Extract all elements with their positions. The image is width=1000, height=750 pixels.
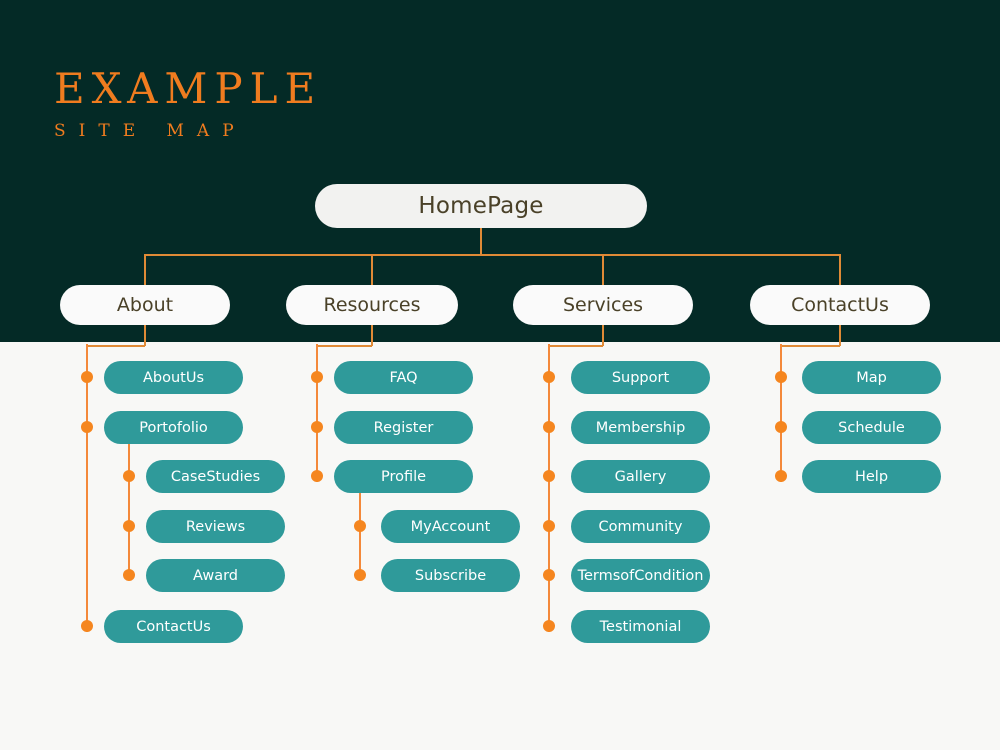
dot-testimonial	[543, 620, 555, 632]
node-terms-label: TermsofCondition	[577, 567, 704, 584]
rail-about	[86, 344, 88, 632]
node-about[interactable]: About	[60, 285, 230, 325]
node-aboutus-label: AboutUs	[142, 369, 205, 386]
dot-about-contactus	[81, 620, 93, 632]
logo-title: EXAMPLE	[54, 64, 323, 113]
connector-resources-jog	[317, 345, 372, 347]
node-map-label: Map	[856, 369, 887, 386]
dot-reviews	[123, 520, 135, 532]
dot-faq	[311, 371, 323, 383]
connector-about-stem	[144, 324, 146, 346]
dot-membership	[543, 421, 555, 433]
dot-casestudies	[123, 470, 135, 482]
node-membership-label: Membership	[595, 419, 686, 436]
logo: EXAMPLE SITE MAP	[54, 68, 322, 140]
node-community[interactable]: Community	[571, 510, 710, 543]
dot-myaccount	[354, 520, 366, 532]
node-register-label: Register	[373, 419, 434, 436]
connector-drop-resources	[371, 254, 373, 285]
node-schedule-label: Schedule	[838, 419, 905, 436]
rail-resources	[316, 344, 318, 482]
node-support-label: Support	[611, 369, 670, 386]
connector-drop-about	[144, 254, 146, 285]
node-myaccount-label: MyAccount	[410, 518, 491, 535]
node-testimonial[interactable]: Testimonial	[571, 610, 710, 643]
node-reviews-label: Reviews	[185, 518, 246, 535]
node-homepage[interactable]: HomePage	[315, 184, 647, 228]
connector-resources-stem	[371, 324, 373, 346]
node-help[interactable]: Help	[802, 460, 941, 493]
rail-services	[548, 344, 550, 632]
dot-register	[311, 421, 323, 433]
node-membership[interactable]: Membership	[571, 411, 710, 444]
node-faq-label: FAQ	[389, 369, 418, 386]
dot-aboutus	[81, 371, 93, 383]
node-award[interactable]: Award	[146, 559, 285, 592]
rail-portofolio-children	[128, 443, 130, 580]
dot-award	[123, 569, 135, 581]
dot-map	[775, 371, 787, 383]
node-award-label: Award	[193, 567, 238, 584]
logo-subtitle: SITE MAP	[54, 121, 247, 141]
node-aboutus[interactable]: AboutUs	[104, 361, 243, 394]
light-content-band	[0, 342, 1000, 750]
node-gallery[interactable]: Gallery	[571, 460, 710, 493]
node-homepage-label: HomePage	[418, 193, 544, 219]
dot-profile	[311, 470, 323, 482]
node-resources[interactable]: Resources	[286, 285, 458, 325]
node-gallery-label: Gallery	[614, 468, 667, 485]
node-about-contactus-label: ContactUs	[136, 618, 211, 635]
dot-support	[543, 371, 555, 383]
node-casestudies[interactable]: CaseStudies	[146, 460, 285, 493]
node-register[interactable]: Register	[334, 411, 473, 444]
node-about-contactus[interactable]: ContactUs	[104, 610, 243, 643]
connector-root-bus	[145, 254, 841, 256]
dot-help	[775, 470, 787, 482]
node-profile[interactable]: Profile	[334, 460, 473, 493]
node-testimonial-label: Testimonial	[599, 618, 682, 635]
connector-services-jog	[549, 345, 603, 347]
node-resources-label: Resources	[323, 294, 421, 316]
connector-drop-contactus	[839, 254, 841, 285]
node-map[interactable]: Map	[802, 361, 941, 394]
connector-drop-services	[602, 254, 604, 285]
node-support[interactable]: Support	[571, 361, 710, 394]
node-terms[interactable]: TermsofCondition	[571, 559, 710, 592]
node-about-label: About	[116, 294, 174, 316]
dot-gallery	[543, 470, 555, 482]
node-help-label: Help	[854, 468, 889, 485]
connector-contactus-stem	[839, 324, 841, 346]
node-community-label: Community	[598, 518, 683, 535]
node-contactus-label: ContactUs	[791, 294, 889, 316]
node-portofolio-label: Portofolio	[139, 419, 208, 436]
node-reviews[interactable]: Reviews	[146, 510, 285, 543]
dot-community	[543, 520, 555, 532]
dot-portofolio	[81, 421, 93, 433]
dot-terms	[543, 569, 555, 581]
connector-root-stem	[480, 228, 482, 255]
node-subscribe[interactable]: Subscribe	[381, 559, 520, 592]
dot-schedule	[775, 421, 787, 433]
rail-profile-children	[359, 492, 361, 580]
node-portofolio[interactable]: Portofolio	[104, 411, 243, 444]
node-services-label: Services	[562, 294, 644, 316]
node-casestudies-label: CaseStudies	[170, 468, 261, 485]
dot-subscribe	[354, 569, 366, 581]
connector-about-jog	[87, 345, 145, 347]
connector-services-stem	[602, 324, 604, 346]
rail-contactus	[780, 344, 782, 482]
node-services[interactable]: Services	[513, 285, 693, 325]
node-myaccount[interactable]: MyAccount	[381, 510, 520, 543]
node-faq[interactable]: FAQ	[334, 361, 473, 394]
node-profile-label: Profile	[380, 468, 427, 485]
node-schedule[interactable]: Schedule	[802, 411, 941, 444]
connector-contactus-jog	[781, 345, 840, 347]
node-subscribe-label: Subscribe	[414, 567, 487, 584]
node-contactus[interactable]: ContactUs	[750, 285, 930, 325]
